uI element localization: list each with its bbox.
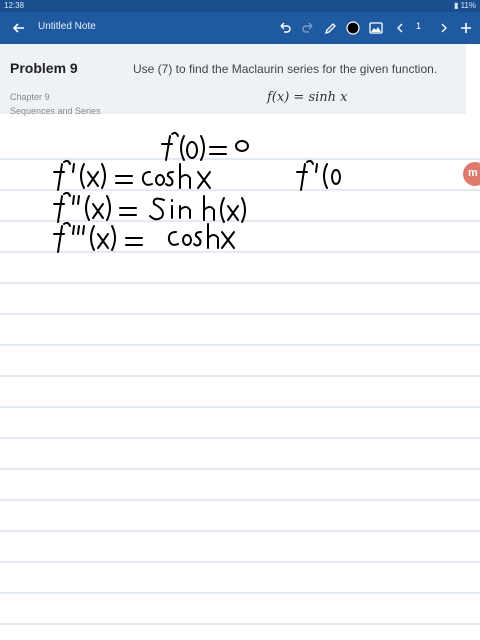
problem-card: Problem 9 Use (7) to find the Maclaurin … — [0, 44, 466, 116]
badge-letter: m — [468, 167, 478, 179]
status-time: 12:38 — [4, 1, 25, 10]
back-arrow-icon[interactable] — [10, 19, 28, 37]
problem-title: Problem 9 — [10, 60, 78, 76]
floating-m-badge[interactable]: m — [463, 162, 480, 186]
writing-canvas[interactable] — [0, 114, 480, 640]
pen-tool-icon[interactable] — [323, 20, 339, 36]
redo-icon[interactable] — [300, 20, 316, 36]
status-bar: 12:38 ▮ 11% — [0, 0, 480, 12]
problem-text: Use (7) to find the Maclaurin series for… — [133, 62, 438, 76]
handwriting-strokes — [53, 131, 341, 253]
note-title[interactable]: Untitled Note — [38, 21, 96, 32]
prev-page-icon[interactable] — [392, 20, 408, 36]
chapter-label: Chapter 9 — [10, 92, 50, 102]
ruled-lines — [0, 158, 480, 625]
page-number: 1 — [416, 21, 422, 31]
image-icon[interactable] — [368, 20, 384, 36]
next-page-icon[interactable] — [436, 20, 452, 36]
status-right: ▮ 11% — [454, 1, 476, 10]
undo-icon[interactable] — [277, 20, 293, 36]
pen-color-swatch[interactable] — [345, 20, 361, 36]
battery-icon: ▮ — [453, 1, 459, 10]
battery-level: 11% — [460, 1, 476, 10]
app-bar: Untitled Note 1 — [0, 12, 480, 44]
add-page-icon[interactable] — [458, 20, 474, 36]
problem-formula: f(x) = sinh x — [267, 90, 348, 105]
